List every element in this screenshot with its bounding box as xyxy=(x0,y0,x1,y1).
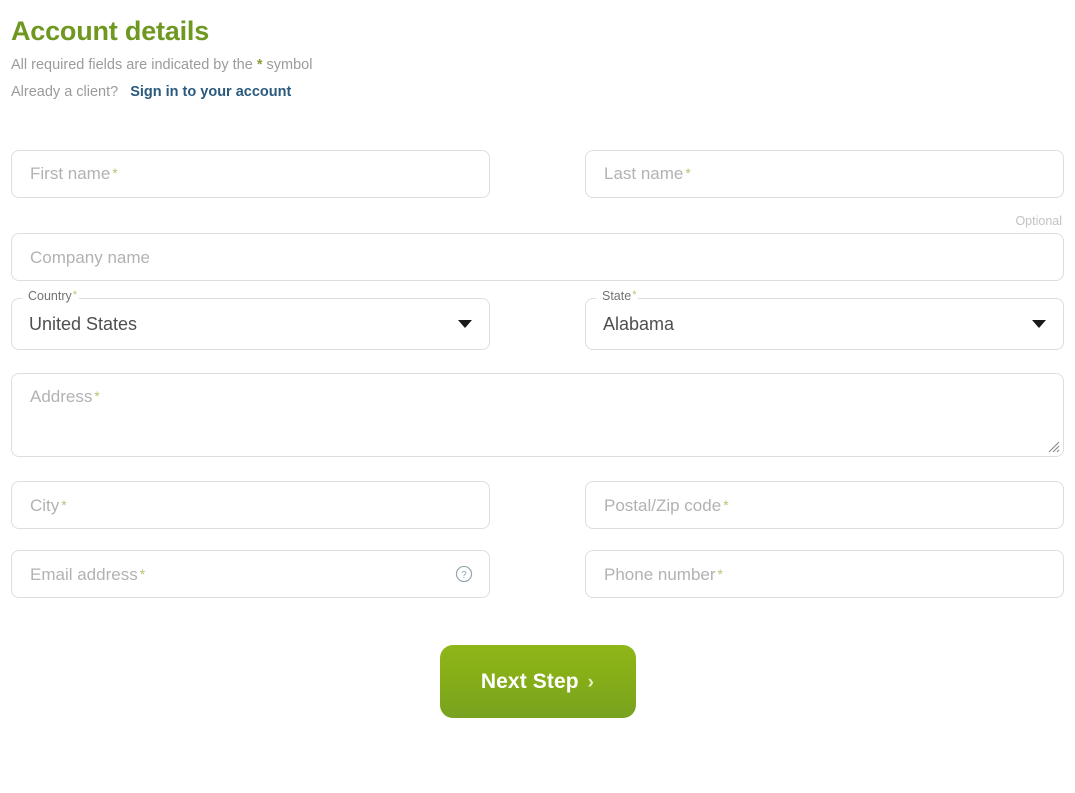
country-col: Country* United States xyxy=(11,290,490,351)
already-client-label: Already a client? xyxy=(11,84,119,101)
last-name-col: Last name * xyxy=(585,149,1064,198)
chevron-down-icon[interactable] xyxy=(1032,320,1046,329)
city-placeholder: City * xyxy=(30,495,67,515)
required-fields-note: All required fields are indicated by the… xyxy=(11,52,1064,79)
sign-in-link[interactable]: Sign in to your account xyxy=(130,84,291,100)
required-asterisk: * xyxy=(61,496,67,513)
email-phone-row: Email address * ? Phone number * xyxy=(11,550,1064,599)
company-row: Company name xyxy=(11,233,1064,282)
already-client-line: Already a client? Sign in to your account xyxy=(11,79,1064,106)
chevron-down-icon[interactable] xyxy=(458,320,472,329)
company-name-placeholder: Company name xyxy=(30,247,151,267)
last-name-placeholder: Last name * xyxy=(604,164,691,184)
required-asterisk: * xyxy=(723,496,729,513)
resize-grip-icon[interactable] xyxy=(1048,441,1060,453)
required-note-suffix: symbol xyxy=(262,57,313,74)
required-asterisk: * xyxy=(139,565,146,582)
form-actions: Next Step › xyxy=(11,645,1064,719)
phone-col: Phone number * xyxy=(585,550,1064,599)
state-col: State* Alabama xyxy=(585,290,1064,351)
account-details-page: Account details All required fields are … xyxy=(0,0,1075,793)
country-selected-value: United States xyxy=(29,314,138,335)
email-col: Email address * ? xyxy=(11,550,490,599)
email-field[interactable]: Email address * ? xyxy=(11,550,490,599)
state-label: State* xyxy=(602,289,637,304)
next-step-button[interactable]: Next Step › xyxy=(439,645,636,719)
chevron-right-icon: › xyxy=(587,672,595,694)
address-col: Address * xyxy=(11,373,1064,458)
city-postal-row: City * Postal/Zip code * xyxy=(11,481,1064,530)
svg-text:?: ? xyxy=(461,570,467,581)
address-field[interactable]: Address * xyxy=(11,373,1064,458)
page-title: Account details xyxy=(11,16,210,46)
question-mark-circle-icon[interactable]: ? xyxy=(455,565,473,583)
account-details-form: First name * Last name * Optional Company … xyxy=(11,149,1064,719)
phone-number-field[interactable]: Phone number * xyxy=(585,550,1064,599)
postal-code-field[interactable]: Postal/Zip code * xyxy=(585,481,1064,530)
city-col: City * xyxy=(11,481,490,530)
email-placeholder: Email address * xyxy=(30,564,146,584)
country-select[interactable]: Country* United States xyxy=(11,290,490,351)
required-asterisk: * xyxy=(632,289,637,302)
country-state-row: Country* United States State* Alabama xyxy=(11,290,1064,351)
postal-code-col: Postal/Zip code * xyxy=(585,481,1064,530)
address-row: Address * xyxy=(11,373,1064,458)
phone-number-placeholder: Phone number * xyxy=(604,564,723,584)
required-asterisk: * xyxy=(717,565,723,582)
postal-code-placeholder: Postal/Zip code * xyxy=(604,495,729,515)
state-select[interactable]: State* Alabama xyxy=(585,290,1064,351)
company-name-col: Company name xyxy=(11,233,1064,282)
company-name-field[interactable]: Company name xyxy=(11,233,1064,282)
country-label: Country* xyxy=(28,289,78,304)
first-name-field[interactable]: First name * xyxy=(11,149,490,198)
required-asterisk: * xyxy=(72,289,78,302)
required-asterisk: * xyxy=(94,388,100,405)
city-field[interactable]: City * xyxy=(11,481,490,530)
optional-tag: Optional xyxy=(1015,213,1062,228)
next-step-label: Next Step xyxy=(480,669,579,693)
required-asterisk: * xyxy=(112,165,118,182)
address-placeholder: Address * xyxy=(30,387,100,407)
required-asterisk: * xyxy=(685,165,691,182)
last-name-field[interactable]: Last name * xyxy=(585,149,1064,198)
first-name-placeholder: First name * xyxy=(30,164,118,184)
required-note-prefix: All required fields are indicated by the xyxy=(11,57,257,74)
name-row: First name * Last name * xyxy=(11,149,1064,198)
page-header: Account details All required fields are … xyxy=(11,0,1064,106)
first-name-col: First name * xyxy=(11,149,490,198)
state-selected-value: Alabama xyxy=(603,314,675,335)
